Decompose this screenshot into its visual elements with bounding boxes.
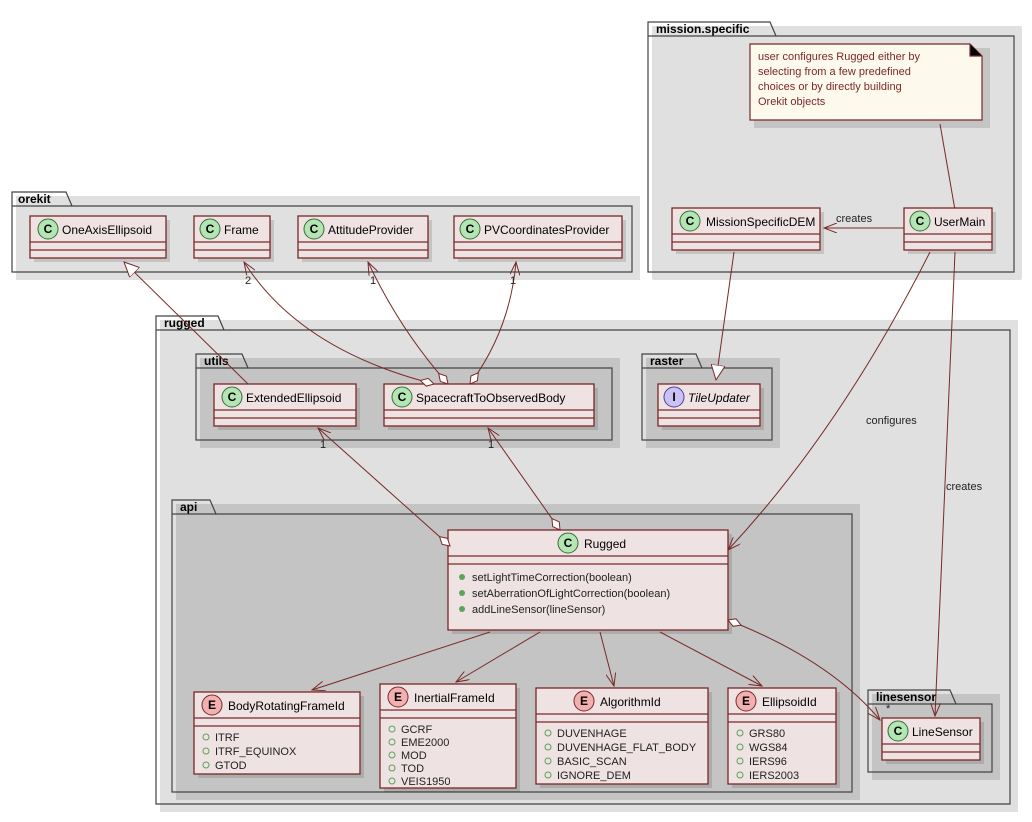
class-spacecraft-to-observed-body: C SpacecraftToObservedBody [384, 384, 598, 430]
svg-text:C: C [894, 724, 903, 738]
svg-text:GCRF: GCRF [401, 724, 432, 736]
pkg-utils: utils C ExtendedEllipsoid C SpacecraftTo… [196, 354, 620, 448]
svg-text:C: C [564, 536, 573, 550]
svg-text:OneAxisEllipsoid: OneAxisEllipsoid [62, 223, 152, 237]
svg-text:user configures Rugged either: user configures Rugged either by [758, 51, 921, 63]
svg-text:E: E [742, 694, 750, 708]
svg-text:api: api [180, 500, 197, 514]
svg-text:creates: creates [946, 481, 983, 493]
svg-text:IERS2003: IERS2003 [749, 770, 799, 782]
svg-text:WGS84: WGS84 [749, 742, 788, 754]
svg-text:BodyRotatingFrameId: BodyRotatingFrameId [228, 699, 345, 713]
svg-text:IGNORE_DEM: IGNORE_DEM [557, 770, 631, 782]
svg-text:selecting from a few predefine: selecting from a few predefined [758, 66, 911, 78]
svg-text:1: 1 [320, 439, 326, 451]
class-pv-coordinates-provider: C PVCoordinatesProvider [454, 216, 626, 262]
svg-text:LineSensor: LineSensor [912, 725, 973, 739]
svg-text:E: E [580, 694, 588, 708]
class-frame: C Frame [194, 216, 274, 262]
pkg-mission-label: mission.specific [656, 22, 750, 36]
svg-text:I: I [672, 390, 675, 404]
svg-text:addLineSensor(lineSensor): addLineSensor(lineSensor) [472, 604, 605, 616]
svg-text:C: C [686, 214, 695, 228]
svg-text:C: C [398, 390, 407, 404]
svg-text:AttitudeProvider: AttitudeProvider [328, 223, 413, 237]
svg-text:linesensor: linesensor [876, 690, 936, 704]
svg-text:raster: raster [650, 354, 684, 368]
pkg-rugged: rugged utils C ExtendedEllipsoid C Space… [156, 316, 1018, 812]
svg-text:UserMain: UserMain [934, 215, 985, 229]
svg-text:ITRF: ITRF [215, 732, 240, 744]
enum-algorithm-id: E AlgorithmId DUVENHAGE DUVENHAGE_FLAT_B… [536, 688, 712, 788]
svg-text:configures: configures [866, 415, 917, 427]
enum-inertial-frame-id: E InertialFrameId GCRF EME2000 MOD TOD V… [380, 684, 520, 792]
svg-text:IERS96: IERS96 [749, 756, 787, 768]
svg-text:C: C [44, 222, 53, 236]
svg-text:MissionSpecificDEM: MissionSpecificDEM [706, 215, 815, 229]
svg-text:C: C [466, 222, 475, 236]
svg-text:DUVENHAGE_FLAT_BODY: DUVENHAGE_FLAT_BODY [557, 742, 697, 754]
svg-text:BASIC_SCAN: BASIC_SCAN [557, 756, 627, 768]
svg-text:TileUpdater: TileUpdater [688, 391, 751, 405]
svg-text:ExtendedEllipsoid: ExtendedEllipsoid [246, 391, 341, 405]
pkg-orekit-label: orekit [18, 192, 51, 206]
svg-text:1: 1 [488, 439, 494, 451]
svg-text:C: C [206, 222, 215, 236]
svg-text:MOD: MOD [401, 750, 427, 762]
class-rugged: C Rugged setLightTimeCorrection(boolean)… [448, 530, 732, 634]
svg-text:EME2000: EME2000 [401, 737, 449, 749]
svg-text:EllipsoidId: EllipsoidId [762, 695, 817, 709]
svg-text:GRS80: GRS80 [749, 728, 785, 740]
svg-text:E: E [394, 690, 402, 704]
class-one-axis-ellipsoid: C OneAxisEllipsoid [30, 216, 170, 262]
class-extended-ellipsoid: C ExtendedEllipsoid [214, 384, 360, 430]
svg-text:Rugged: Rugged [584, 537, 626, 551]
enum-ellipsoid-id: E EllipsoidId GRS80 WGS84 IERS96 IERS200… [728, 688, 840, 788]
class-attitude-provider: C AttitudeProvider [298, 216, 432, 262]
svg-text:Orekit objects: Orekit objects [758, 96, 826, 108]
pkg-mission-specific: mission.specific user configures Rugged … [648, 22, 1022, 280]
svg-text:Frame: Frame [224, 223, 259, 237]
pkg-orekit: orekit C OneAxisEllipsoid C Frame C Atti… [12, 192, 640, 280]
class-mission-specific-dem: C MissionSpecificDEM [672, 208, 824, 254]
svg-text:C: C [916, 214, 925, 228]
svg-text:E: E [208, 698, 216, 712]
enum-body-rotating-frame-id: E BodyRotatingFrameId ITRF ITRF_EQUINOX … [194, 692, 364, 778]
svg-text:1: 1 [370, 275, 376, 287]
svg-text:C: C [228, 390, 237, 404]
svg-text:TOD: TOD [401, 763, 424, 775]
svg-text:setLightTimeCorrection(boolean: setLightTimeCorrection(boolean) [472, 572, 632, 584]
svg-text:choices or by directly buildin: choices or by directly building [758, 81, 902, 93]
class-user-main: C UserMain [904, 208, 996, 254]
svg-text:setAberrationOfLightCorrection: setAberrationOfLightCorrection(boolean) [472, 588, 670, 600]
svg-text:SpacecraftToObservedBody: SpacecraftToObservedBody [416, 391, 565, 405]
uml-diagram: mission.specific user configures Rugged … [0, 0, 1032, 822]
interface-tile-updater: I TileUpdater [658, 384, 764, 430]
svg-text:2: 2 [245, 275, 251, 287]
svg-text:AlgorithmId: AlgorithmId [600, 695, 661, 709]
svg-text:C: C [310, 222, 319, 236]
svg-text:InertialFrameId: InertialFrameId [414, 691, 495, 705]
svg-text:1: 1 [510, 275, 516, 287]
svg-text:GTOD: GTOD [215, 760, 247, 772]
pkg-raster: raster I TileUpdater [642, 354, 780, 448]
class-line-sensor: C LineSensor [882, 718, 984, 764]
svg-text:DUVENHAGE: DUVENHAGE [557, 728, 627, 740]
svg-text:ITRF_EQUINOX: ITRF_EQUINOX [215, 746, 297, 758]
svg-text:VEIS1950: VEIS1950 [401, 776, 451, 788]
svg-text:PVCoordinatesProvider: PVCoordinatesProvider [484, 223, 609, 237]
svg-text:creates: creates [836, 213, 873, 225]
pkg-rugged-label: rugged [164, 316, 205, 330]
svg-text:*: * [886, 703, 891, 715]
pkg-api: api C Rugged setLightTimeCorrection(bool… [172, 500, 860, 800]
